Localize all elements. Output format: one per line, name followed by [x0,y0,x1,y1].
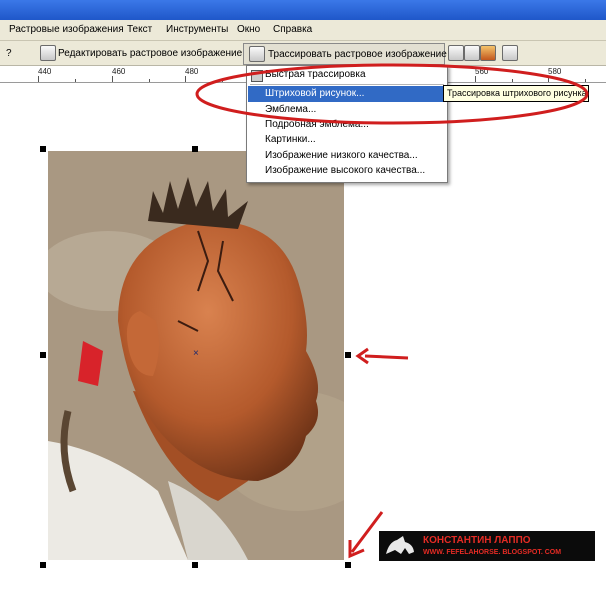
highlight-ellipse [195,63,589,125]
annotation-arrow-head [348,540,365,559]
annotation-arrow [364,354,409,360]
signature-url: WWW. FEFELAHORSE. BLOGSPOT. COM [423,549,562,556]
horse-logo-icon [386,536,414,554]
annotation-overlay [195,63,589,559]
author-signature: КОНСТАНТИН ЛАППО WWW. FEFELAHORSE. BLOGS… [379,531,595,561]
signature-name: КОНСТАНТИН ЛАППО [423,535,531,546]
annotation-arrow [350,511,384,553]
